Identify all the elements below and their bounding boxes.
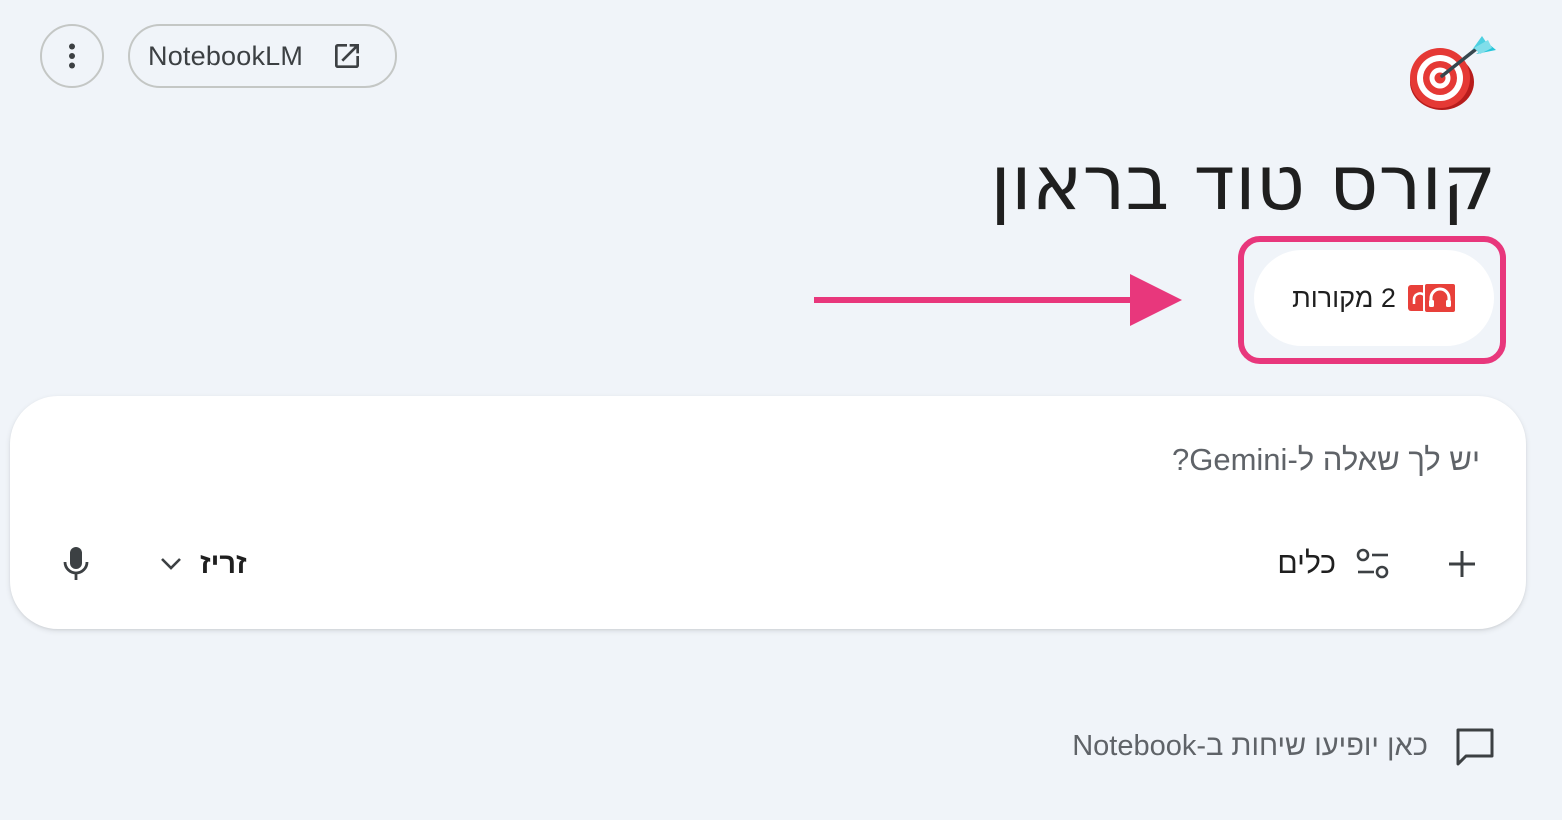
more-vert-icon	[69, 43, 75, 69]
more-options-button[interactable]	[40, 24, 104, 88]
notebooklm-label: NotebookLM	[148, 40, 304, 71]
notebook-title: קורס טוד בראון	[990, 138, 1496, 227]
target-emoji-icon	[1410, 36, 1496, 110]
open-in-new-icon	[335, 44, 360, 68]
model-selector[interactable]: זריז	[160, 542, 247, 586]
annotation-arrow	[814, 274, 1182, 326]
sources-button[interactable]: 2 מקורות	[1254, 250, 1494, 346]
sources-stack-icon	[1407, 283, 1456, 313]
page: NotebookLM קורס טוד בראון 2 מקורות יש לך…	[0, 0, 1562, 820]
microphone-button[interactable]	[56, 542, 96, 586]
tune-icon	[1356, 548, 1389, 579]
chat-hint-text: כאן יופיעו שיחות ב-Notebook	[1072, 729, 1428, 762]
plus-icon	[1449, 551, 1475, 577]
add-button[interactable]	[1442, 544, 1482, 584]
prompt-input[interactable]	[280, 442, 1480, 478]
prompt-card: כלים זריז	[10, 396, 1526, 629]
model-label: זריז	[200, 547, 247, 580]
microphone-icon	[63, 547, 89, 580]
chat-bubble-icon	[1456, 728, 1494, 766]
sources-count-label: 2 מקורות	[1292, 282, 1396, 313]
open-notebooklm-button[interactable]: NotebookLM	[128, 24, 397, 88]
chevron-down-icon	[161, 558, 181, 570]
tools-label: כלים	[1277, 547, 1336, 580]
tools-button[interactable]: כלים	[1277, 542, 1390, 586]
chat-empty-hint: כאן יופיעו שיחות ב-Notebook	[1072, 726, 1496, 766]
